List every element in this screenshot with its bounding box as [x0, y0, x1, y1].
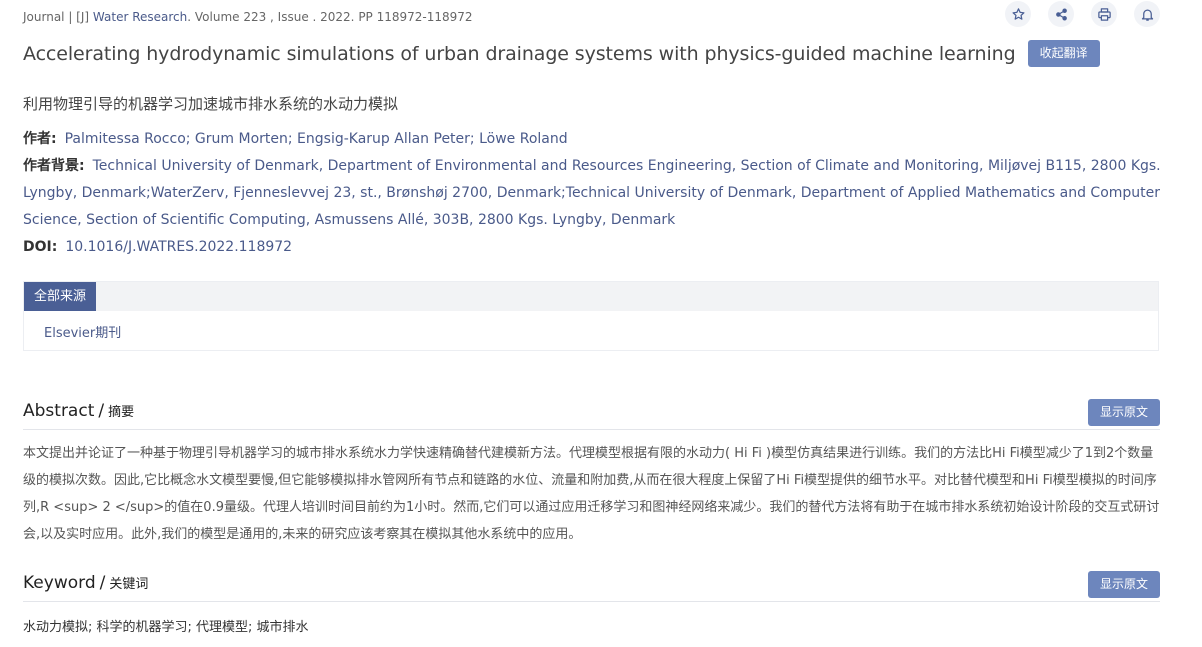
print-button[interactable] [1091, 1, 1117, 27]
abstract-title-separator: / [98, 401, 105, 421]
authors-label: 作者: [23, 131, 57, 147]
abstract-show-original-button[interactable]: 显示原文 [1087, 399, 1160, 426]
sources-panel: 全部来源 Elsevier期刊 [23, 281, 1159, 351]
authors-row: 作者: Palmitessa Rocco; Grum Morten; Engsig… [23, 126, 1163, 153]
keyword-heading: Keyword / 关键词 [23, 573, 148, 593]
article-title-translation: 利用物理引导的机器学习加速城市排水系统的水动力模拟 [23, 95, 399, 113]
abstract-title-cn: 摘要 [108, 405, 135, 420]
bell-icon [1141, 9, 1153, 21]
doi-row: DOI: 10.1016/J.WATRES.2022.118972 [23, 234, 1163, 261]
keyword-title-en: Keyword [23, 573, 96, 593]
article-title: Accelerating hydrodynamic simulations of… [23, 42, 1016, 65]
doi-label: DOI: [23, 239, 58, 255]
title-row: Accelerating hydrodynamic simulations of… [23, 40, 1100, 67]
favorite-button[interactable] [1005, 1, 1031, 27]
abstract-text: 本文提出并论证了一种基于物理引导机器学习的城市排水系统水力学快速精确替代建模新方… [23, 446, 1160, 542]
abstract-title-en: Abstract [23, 401, 95, 421]
collapse-translation-button[interactable]: 收起翻译 [1027, 40, 1100, 67]
affiliation-value: Technical University of Denmark, Departm… [23, 158, 1161, 228]
print-icon [1097, 7, 1111, 21]
notify-button[interactable] [1134, 1, 1160, 27]
journal-details: . Volume 223 , Issue . 2022. PP 118972-1… [187, 10, 473, 24]
star-icon [1012, 7, 1024, 20]
authors-value[interactable]: Palmitessa Rocco; Grum Morten; Engsig-Ka… [65, 131, 568, 147]
keyword-header: Keyword / 关键词 显示原文 [23, 569, 1160, 602]
share-icon [1055, 8, 1067, 20]
share-button[interactable] [1048, 1, 1074, 27]
doi-link[interactable]: 10.1016/J.WATRES.2022.118972 [65, 239, 292, 255]
affiliation-label: 作者背景: [23, 158, 85, 174]
keyword-title-cn: 关键词 [109, 577, 149, 592]
tab-all-sources[interactable]: 全部来源 [24, 282, 97, 311]
source-link[interactable]: Elsevier期刊 [44, 322, 121, 341]
journal-line: Journal | [J] Water Research. Volume 223… [23, 10, 473, 24]
abstract-header: Abstract / 摘要 显示原文 [23, 397, 1160, 430]
sources-header: 全部来源 [24, 282, 1158, 311]
top-actions [1005, 1, 1160, 27]
affiliation-row: 作者背景: Technical University of Denmark, De… [23, 153, 1163, 234]
journal-prefix: Journal | [J] [23, 10, 90, 24]
keyword-list: 水动力模拟; 科学的机器学习; 代理模型; 城市排水 [23, 620, 309, 635]
abstract-heading: Abstract / 摘要 [23, 401, 134, 421]
keyword-show-original-button[interactable]: 显示原文 [1087, 571, 1160, 598]
article-page: Journal | [J] Water Research. Volume 223… [0, 0, 1202, 647]
journal-name-link[interactable]: Water Research [93, 10, 187, 24]
keyword-title-separator: / [99, 573, 106, 593]
